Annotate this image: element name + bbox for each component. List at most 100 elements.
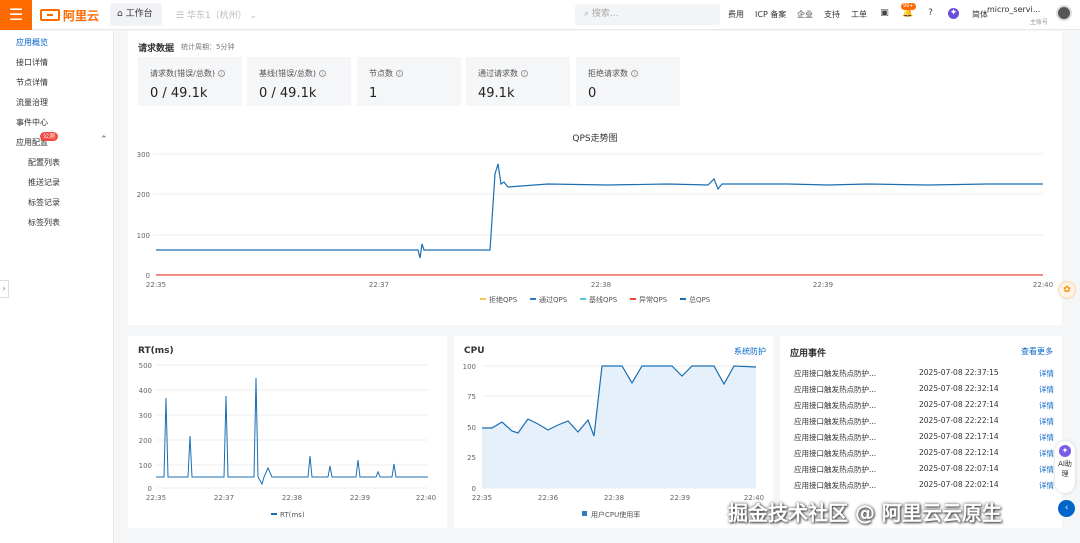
nav-enterprise[interactable]: 企业 bbox=[797, 9, 813, 20]
screen-icon[interactable]: ▣ bbox=[879, 8, 890, 19]
event-name: 应用接口触发热点防护... bbox=[794, 401, 877, 410]
avatar[interactable] bbox=[1056, 5, 1072, 21]
metric-card-nodes: 节点数 i 1 bbox=[357, 57, 461, 106]
brand-logo[interactable]: 阿里云 bbox=[40, 7, 99, 23]
logo-mark-icon bbox=[40, 9, 60, 21]
event-time: 2025-07-08 22:02:14 bbox=[919, 480, 999, 489]
y-tick: 100 bbox=[137, 232, 150, 240]
top-bar: ☰ 阿里云 ⌂ 工作台 ☰ 华东1（杭州） ⌄ ⌕ 搜索... 费用 ICP 备… bbox=[0, 0, 1080, 30]
x-tick: 22:40 bbox=[1033, 281, 1053, 289]
legend-item[interactable]: 拒绝QPS bbox=[489, 295, 518, 304]
sidebar-sub-tag-list[interactable]: 标签列表 bbox=[28, 217, 60, 228]
brand-name: 阿里云 bbox=[63, 8, 100, 23]
region-label: 华东1（杭州） bbox=[186, 11, 247, 21]
workbench-button[interactable]: ⌂ 工作台 bbox=[110, 3, 162, 26]
region-selector[interactable]: ☰ 华东1（杭州） ⌄ bbox=[176, 8, 257, 21]
assistant-icon[interactable]: ✦ bbox=[948, 8, 959, 19]
event-time: 2025-07-08 22:37:15 bbox=[919, 368, 999, 377]
y-tick: 0 bbox=[148, 485, 152, 493]
event-name: 应用接口触发热点防护... bbox=[794, 481, 877, 490]
x-tick: 22:39 bbox=[813, 281, 833, 289]
chevron-up-icon[interactable]: ⌃ bbox=[100, 135, 108, 145]
info-icon[interactable]: i bbox=[396, 70, 403, 77]
legend-item[interactable]: RT(ms) bbox=[280, 511, 305, 519]
y-tick: 300 bbox=[137, 151, 150, 159]
x-tick: 22:35 bbox=[472, 494, 492, 502]
panel-title: 应用事件 bbox=[790, 349, 827, 359]
new-badge: 公测 bbox=[40, 132, 59, 141]
helper-bot-icon[interactable]: ✿ bbox=[1058, 281, 1076, 299]
rt-chart: 500 400 300 200 100 0 22:35 22:37 22:38 … bbox=[139, 362, 436, 519]
search-input[interactable]: ⌕ 搜索... bbox=[575, 4, 720, 25]
language-switch[interactable]: 简体 bbox=[972, 9, 988, 20]
event-time: 2025-07-08 22:32:14 bbox=[919, 384, 999, 393]
sidebar-item-overview[interactable]: 应用概览 bbox=[16, 37, 48, 48]
detail-link[interactable]: 详情 bbox=[1039, 464, 1054, 475]
sidebar: 应用概览 接口详情 节点详情 流量治理 事件中心 应用配置 公测 ⌃ 配置列表 … bbox=[0, 31, 114, 543]
info-icon[interactable]: i bbox=[631, 70, 638, 77]
sidebar-toggle[interactable]: › bbox=[0, 280, 9, 298]
overview-panel: 请求数据 统计周期：5分钟 请求数(错误/总数) i 0 / 49.1k 基线(错误… bbox=[128, 31, 1062, 325]
nav-support[interactable]: 支持 bbox=[824, 9, 840, 20]
sidebar-item-node-detail[interactable]: 节点详情 bbox=[16, 77, 48, 88]
x-tick: 22:39 bbox=[350, 494, 370, 502]
y-tick: 200 bbox=[137, 191, 150, 199]
cpu-panel: CPU 系统防护 100 75 50 25 0 22:35 22:36 22:3… bbox=[454, 336, 773, 528]
event-time: 2025-07-08 22:17:14 bbox=[919, 432, 999, 441]
x-tick: 22:38 bbox=[604, 494, 624, 502]
legend-item[interactable]: 异常QPS bbox=[639, 295, 668, 304]
detail-link[interactable]: 详情 bbox=[1039, 384, 1054, 395]
legend-item[interactable]: 基线QPS bbox=[589, 295, 618, 304]
info-icon[interactable]: i bbox=[521, 70, 528, 77]
event-time: 2025-07-08 22:22:14 bbox=[919, 416, 999, 425]
account-name[interactable]: micro_servi... bbox=[987, 5, 1040, 14]
event-time: 2025-07-08 22:07:14 bbox=[919, 464, 999, 473]
sidebar-sub-tag-records[interactable]: 标签记录 bbox=[28, 197, 60, 208]
event-name: 应用接口触发热点防护... bbox=[794, 465, 877, 474]
nav-fees[interactable]: 费用 bbox=[728, 9, 744, 20]
event-name: 应用接口触发热点防护... bbox=[794, 433, 877, 442]
metric-card-baseline: 基线(错误/总数) i 0 / 49.1k bbox=[247, 57, 351, 106]
x-tick: 22:35 bbox=[146, 494, 166, 502]
detail-link[interactable]: 详情 bbox=[1039, 416, 1054, 427]
detail-link[interactable]: 详情 bbox=[1039, 480, 1054, 491]
info-icon[interactable]: i bbox=[217, 70, 225, 77]
info-icon[interactable]: i bbox=[318, 70, 326, 77]
legend-item[interactable]: 通过QPS bbox=[539, 295, 568, 304]
sidebar-item-events[interactable]: 事件中心 bbox=[16, 117, 48, 128]
detail-link[interactable]: 详情 bbox=[1039, 432, 1054, 443]
view-more-link[interactable]: 查看更多 bbox=[1021, 346, 1053, 357]
nav-ticket[interactable]: 工单 bbox=[851, 9, 867, 20]
x-tick: 22:37 bbox=[214, 494, 234, 502]
detail-link[interactable]: 详情 bbox=[1039, 368, 1054, 379]
cpu-chart: 100 75 50 25 0 22:35 22:36 22:38 22:39 2… bbox=[463, 363, 764, 519]
legend-item[interactable]: 用户CPU使用率 bbox=[591, 510, 640, 519]
detail-link[interactable]: 详情 bbox=[1039, 400, 1054, 411]
ai-icon: ✦ bbox=[1059, 445, 1071, 457]
nav-icp[interactable]: ICP 备案 bbox=[755, 9, 786, 20]
metric-value: 0 bbox=[588, 86, 597, 101]
search-placeholder: 搜索... bbox=[591, 9, 619, 19]
y-axis: 100 75 50 25 0 bbox=[463, 363, 476, 493]
hamburger-icon[interactable]: ☰ bbox=[0, 0, 32, 30]
detail-link[interactable]: 详情 bbox=[1039, 448, 1054, 459]
help-icon[interactable]: ? bbox=[925, 8, 936, 19]
sidebar-item-traffic[interactable]: 流量治理 bbox=[16, 97, 48, 108]
x-tick: 22:37 bbox=[369, 281, 389, 289]
event-name: 应用接口触发热点防护... bbox=[794, 417, 877, 426]
metric-value: 1 bbox=[369, 86, 378, 101]
legend-item[interactable]: 总QPS bbox=[689, 295, 711, 304]
sidebar-sub-push-records[interactable]: 推送记录 bbox=[28, 177, 60, 188]
sidebar-sub-config-list[interactable]: 配置列表 bbox=[28, 157, 60, 168]
chart-title: QPS走势图 bbox=[572, 132, 617, 144]
metric-label: 拒绝请求数 bbox=[588, 69, 628, 78]
x-tick: 22:35 bbox=[146, 281, 166, 289]
sidebar-item-api-detail[interactable]: 接口详情 bbox=[16, 57, 48, 68]
notify-badge: 99+ bbox=[901, 3, 916, 10]
x-axis: 22:35 22:36 22:38 22:39 22:40 bbox=[472, 494, 764, 502]
y-tick: 50 bbox=[467, 424, 476, 432]
chevron-left-icon[interactable]: ‹ bbox=[1058, 500, 1075, 517]
metric-value: 0 / 49.1k bbox=[259, 86, 317, 101]
workbench-label: 工作台 bbox=[125, 9, 153, 19]
ai-assistant-button[interactable]: ✦ AI助理 bbox=[1055, 441, 1075, 493]
